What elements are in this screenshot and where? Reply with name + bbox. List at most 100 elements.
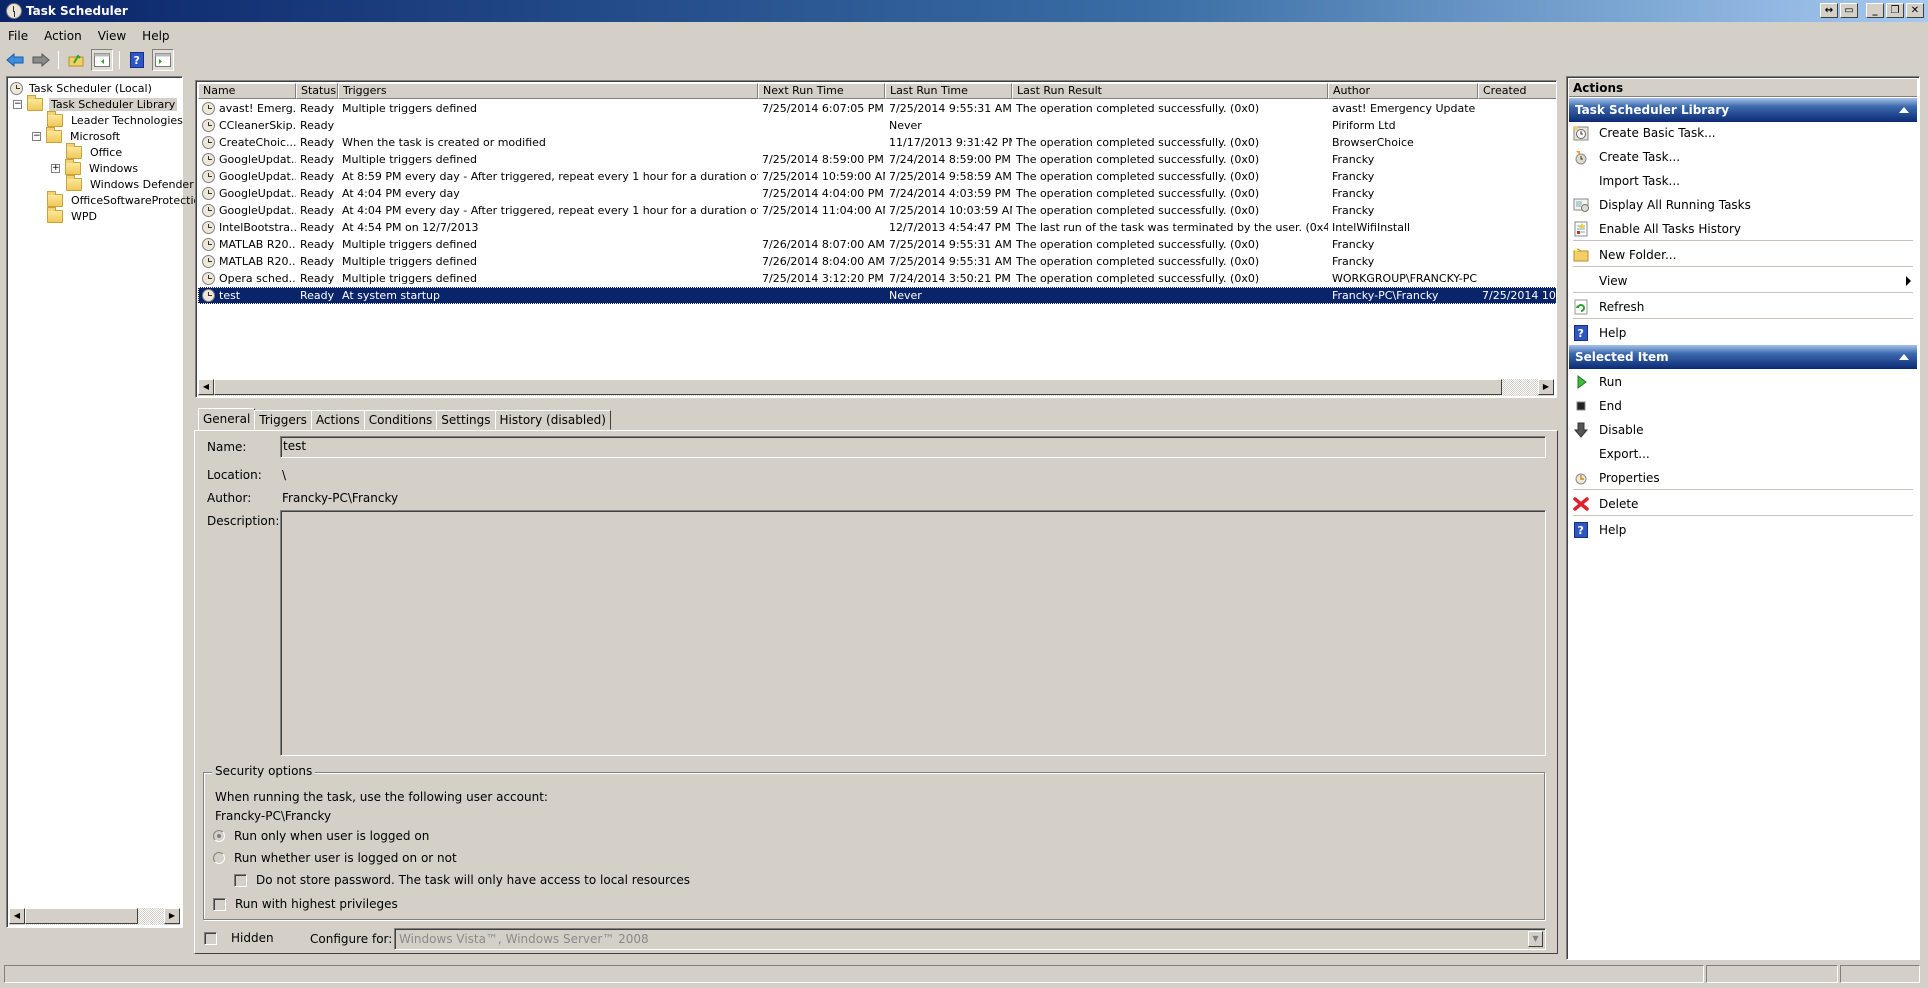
scroll-thumb[interactable] — [25, 908, 138, 924]
cell-author: IntelWifiInstall — [1332, 221, 1411, 234]
column-header-author[interactable]: Author — [1328, 83, 1478, 99]
radio-run-only-logged-on[interactable]: Run only when user is logged on — [213, 829, 429, 843]
tree-item-leader-technologies[interactable]: Leader Technologies — [47, 110, 185, 128]
tab-history[interactable]: History (disabled) — [494, 410, 611, 430]
task-row[interactable]: avast! Emerg... Ready Multiple triggers de… — [198, 100, 1556, 117]
action-new-folder[interactable]: New Folder... — [1573, 244, 1913, 266]
restore-small-icon[interactable]: ▭ — [1840, 3, 1858, 18]
action-help[interactable]: ? Help — [1573, 519, 1913, 541]
task-row[interactable]: IntelBootstra... Ready At 4:54 PM on 12/7/… — [198, 219, 1556, 236]
tab-actions[interactable]: Actions — [310, 410, 365, 430]
tab-general[interactable]: General — [198, 408, 256, 430]
cell-last-run-result: The last run of the task was terminated … — [1016, 221, 1328, 234]
resize-icon[interactable]: ↔ — [1820, 3, 1838, 18]
details-tabs: General Triggers Actions Conditions Sett… — [198, 408, 611, 430]
forward-button[interactable] — [30, 49, 52, 71]
column-header-status[interactable]: Status — [296, 83, 338, 99]
section-selected-item[interactable]: Selected Item — [1569, 345, 1917, 369]
checkbox[interactable] — [234, 873, 247, 887]
collapse-icon[interactable]: − — [32, 131, 41, 141]
chevron-down-icon[interactable]: ▼ — [1528, 931, 1543, 947]
task-row[interactable]: CreateChoic... Ready When the task is crea… — [198, 134, 1556, 151]
menu-action[interactable]: Action — [36, 29, 90, 43]
tree-item-wpd[interactable]: WPD — [47, 206, 99, 224]
tree-item-windows[interactable]: + Windows — [51, 158, 140, 176]
tree-horizontal-scrollbar[interactable]: ◀ ▶ — [9, 908, 180, 925]
menu-help[interactable]: Help — [134, 29, 177, 43]
checkbox-highest-privileges[interactable]: Run with highest privileges — [213, 897, 398, 911]
menu-file[interactable]: File — [0, 29, 36, 43]
configure-for-select[interactable]: Windows Vista™, Windows Server™ 2008 ▼ — [394, 928, 1546, 950]
tab-conditions[interactable]: Conditions — [363, 410, 438, 430]
description-field[interactable] — [280, 510, 1546, 756]
radio-run-whether-logged-on[interactable]: Run whether user is logged on or not — [213, 851, 457, 865]
scroll-right-button[interactable]: ▶ — [164, 908, 180, 924]
radio-button[interactable] — [213, 830, 225, 842]
author-label: Author: — [207, 491, 252, 505]
scroll-track[interactable] — [214, 379, 1538, 396]
action-end[interactable]: End — [1573, 395, 1913, 417]
action-refresh[interactable]: Refresh — [1573, 296, 1913, 318]
action-enable-all-tasks-history[interactable]: Enable All Tasks History — [1573, 218, 1913, 240]
column-header-name[interactable]: Name — [198, 83, 296, 99]
restore-button[interactable]: ❐ — [1886, 3, 1904, 18]
checkbox-do-not-store-password[interactable]: Do not store password. The task will onl… — [234, 873, 690, 887]
action-delete[interactable]: Delete — [1573, 493, 1913, 515]
action-run[interactable]: Run — [1573, 371, 1913, 393]
tab-triggers[interactable]: Triggers — [254, 410, 312, 430]
tree-item-windows-defender[interactable]: Windows Defender — [66, 174, 196, 192]
task-row[interactable]: GoogleUpdat... Ready At 4:04 PM every day … — [198, 202, 1556, 219]
tree-item-office[interactable]: Office — [66, 142, 124, 160]
action-display-all-running-tasks[interactable]: Display All Running Tasks — [1573, 194, 1913, 216]
minimize-button[interactable]: _ — [1866, 3, 1884, 18]
show-hide-action-pane-button[interactable] — [152, 49, 174, 71]
checkbox[interactable] — [204, 931, 217, 945]
action-disable[interactable]: Disable — [1573, 419, 1913, 441]
scroll-thumb[interactable] — [214, 379, 1502, 395]
column-header-last-run-result[interactable]: Last Run Result — [1012, 83, 1328, 99]
action-export[interactable]: Export... — [1573, 443, 1913, 465]
task-row[interactable]: MATLAB R20... Ready Multiple triggers defi… — [198, 253, 1556, 270]
task-row[interactable]: MATLAB R20... Ready Multiple triggers defi… — [198, 236, 1556, 253]
action-help[interactable]: ? Help — [1573, 322, 1913, 344]
task-row[interactable]: GoogleUpdat... Ready At 8:59 PM every day … — [198, 168, 1556, 185]
tree-item-microsoft[interactable]: − Microsoft — [32, 126, 122, 144]
column-header-next-run-time[interactable]: Next Run Time — [758, 83, 885, 99]
menu-view[interactable]: View — [90, 29, 134, 43]
task-row[interactable]: test Ready At system startup Never Francky-P… — [198, 287, 1556, 304]
back-button[interactable] — [4, 49, 26, 71]
checkbox[interactable] — [213, 897, 226, 911]
checkbox-hidden[interactable]: Hidden — [204, 931, 274, 945]
section-task-scheduler-library[interactable]: Task Scheduler Library — [1569, 98, 1917, 122]
scroll-left-button[interactable]: ◀ — [198, 379, 214, 395]
task-row[interactable]: GoogleUpdat... Ready Multiple triggers def… — [198, 151, 1556, 168]
help-button[interactable]: ? — [126, 49, 148, 71]
collapse-section-icon[interactable] — [1899, 354, 1909, 360]
radio-button[interactable] — [213, 852, 225, 864]
tab-settings[interactable]: Settings — [436, 410, 496, 430]
tree-item-task-scheduler-library[interactable]: − Task Scheduler Library — [13, 94, 178, 112]
action-import-task[interactable]: Import Task... — [1573, 170, 1913, 192]
column-header-triggers[interactable]: Triggers — [338, 83, 758, 99]
show-hide-console-tree-button[interactable] — [91, 49, 113, 71]
expand-icon[interactable]: + — [51, 163, 60, 173]
tree-item-officesoftwareprotection[interactable]: OfficeSoftwareProtectio — [47, 190, 202, 208]
action-create-task[interactable]: Create Task... — [1573, 146, 1913, 168]
task-list-horizontal-scrollbar[interactable]: ◀ ▶ — [198, 379, 1554, 396]
collapse-icon[interactable]: − — [13, 99, 22, 109]
close-button[interactable]: ✕ — [1906, 3, 1924, 18]
scroll-track[interactable] — [25, 908, 164, 925]
action-properties[interactable]: Properties — [1573, 467, 1913, 489]
column-header-created[interactable]: Created — [1478, 83, 1556, 99]
name-field[interactable]: test — [280, 436, 1546, 458]
action-view[interactable]: View — [1573, 270, 1913, 292]
scroll-right-button[interactable]: ▶ — [1538, 379, 1554, 395]
collapse-section-icon[interactable] — [1899, 107, 1909, 113]
action-create-basic-task[interactable]: Create Basic Task... — [1573, 122, 1913, 144]
scroll-left-button[interactable]: ◀ — [9, 908, 25, 924]
up-one-level-button[interactable] — [65, 49, 87, 71]
column-header-last-run-time[interactable]: Last Run Time — [885, 83, 1012, 99]
task-row[interactable]: Opera sched... Ready Multiple triggers def… — [198, 270, 1556, 287]
task-row[interactable]: CCleanerSkip... Ready Never Piriform Ltd — [198, 117, 1556, 134]
task-row[interactable]: GoogleUpdat... Ready At 4:04 PM every day 7… — [198, 185, 1556, 202]
